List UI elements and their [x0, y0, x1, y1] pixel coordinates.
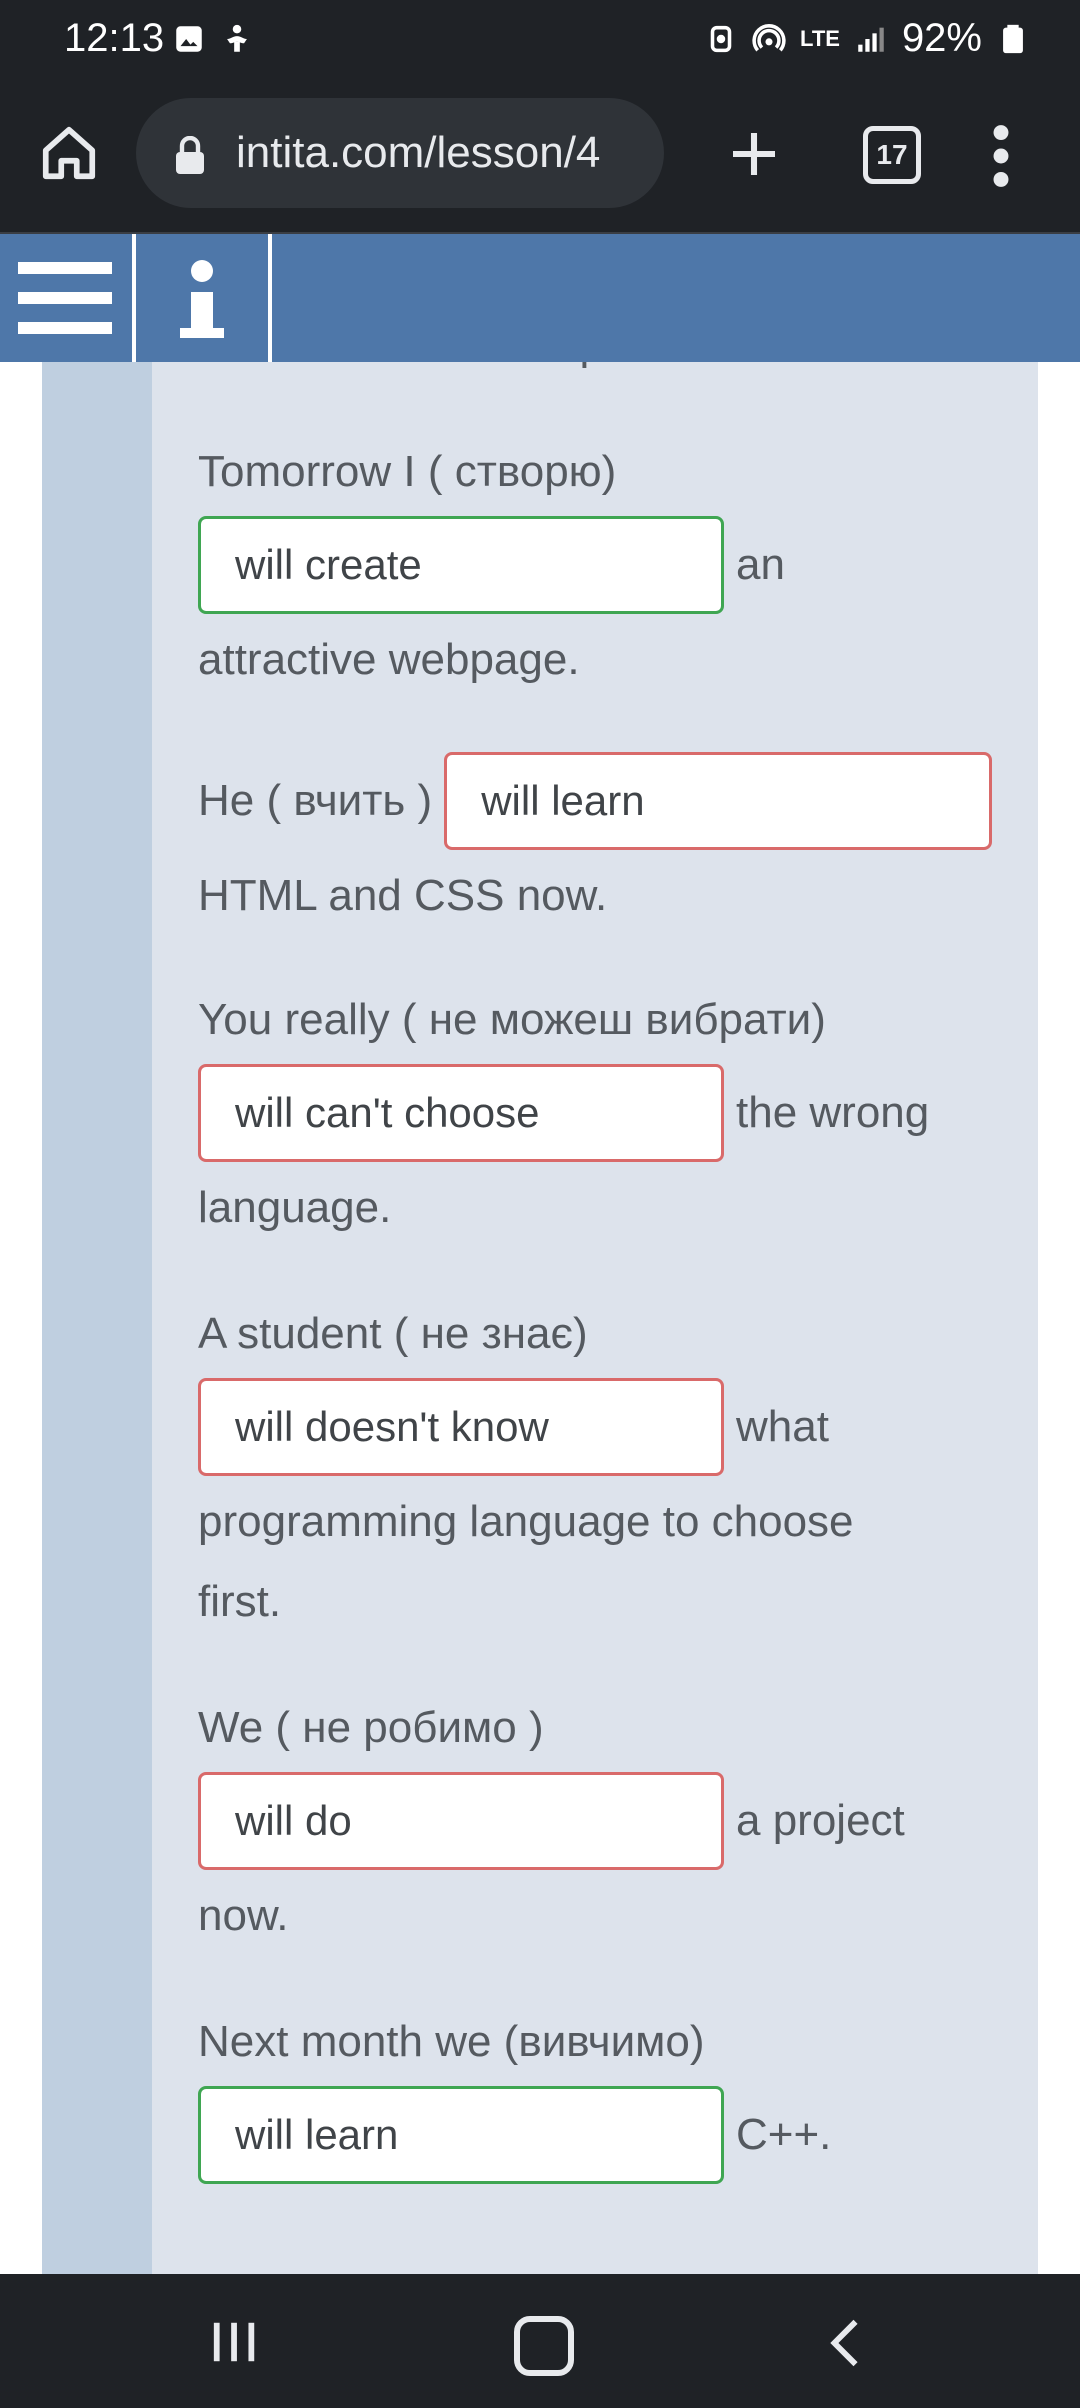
status-time: 12:13: [64, 16, 165, 60]
back-icon[interactable]: [826, 2318, 862, 2368]
exercise-prompt: Tomorrow I ( створю): [198, 447, 617, 496]
exercise-item: Tomorrow I ( створю) will create an attr…: [198, 442, 998, 700]
after-text: what: [736, 1402, 829, 1451]
after-text: an: [736, 540, 785, 589]
rest-text: attractive webpage.: [198, 635, 580, 684]
address-bar[interactable]: intita.com/lesson/4: [136, 98, 664, 208]
exercise-item: He ( вчить ) will learn HTML and CSS now…: [198, 746, 998, 936]
battery-percent: 92%: [901, 16, 982, 60]
browser-toolbar: intita.com/lesson/4 17: [0, 84, 1080, 234]
recent-apps-icon[interactable]: [210, 2320, 260, 2364]
home-icon[interactable]: [38, 122, 100, 184]
app-header: [0, 234, 1080, 362]
answer-field[interactable]: will learn: [198, 2086, 724, 2184]
after-text: a project: [736, 1796, 905, 1845]
rest-text: now.: [198, 1891, 289, 1940]
exercise-prompt: Next month we (вивчимо): [198, 2017, 705, 2066]
exercise-item: We ( не робимо ) will do a project now.: [198, 1698, 998, 1956]
lock-icon: [176, 136, 204, 174]
exercise-item: A student ( не знає) will doesn't know w…: [198, 1304, 998, 1642]
plus-icon[interactable]: [726, 126, 782, 182]
exercise-prompt: He ( вчить ): [198, 776, 433, 825]
gallery-icon: [176, 26, 202, 52]
tabs-button[interactable]: 17: [863, 126, 921, 184]
signal-icon: [858, 27, 884, 52]
accessibility-icon: [227, 24, 247, 52]
answer-field[interactable]: will learn: [444, 752, 993, 850]
side-strip: [42, 362, 152, 2274]
exercise-item: You really ( не можеш вибрати) will can'…: [198, 990, 998, 1248]
status-bar: 12:13 LTE 92%: [0, 0, 1080, 84]
url-text: intita.com/lesson/4: [236, 128, 601, 177]
more-vert-icon[interactable]: [984, 124, 1018, 188]
info-icon[interactable]: [136, 234, 272, 362]
exercise-prompt: We ( не робимо ): [198, 1703, 544, 1752]
cut-off-line: instructions for computers.: [198, 362, 714, 370]
hotspot-icon: [752, 23, 786, 51]
lesson-content: instructions for computers. Tomorrow I (…: [0, 362, 1080, 2274]
alarm-icon: [710, 25, 732, 52]
after-text: C++.: [736, 2110, 832, 2159]
exercise-item: Next month we (вивчимо) will learn C++.: [198, 2012, 998, 2190]
rest-text: programming language to choose first.: [198, 1497, 854, 1626]
hamburger-icon[interactable]: [0, 234, 136, 362]
answer-field[interactable]: will do: [198, 1772, 724, 1870]
exercise-prompt: A student ( не знає): [198, 1309, 588, 1358]
exercise-prompt: You really ( не можеш вибрати): [198, 995, 826, 1044]
rest-text: HTML and CSS now.: [198, 871, 608, 920]
battery-icon: [1003, 24, 1023, 53]
network-label: LTE: [800, 25, 840, 51]
answer-field[interactable]: will can't choose: [198, 1064, 724, 1162]
exercise-panel: instructions for computers. Tomorrow I (…: [152, 362, 1038, 2274]
answer-field[interactable]: will create: [198, 516, 724, 614]
home-nav-icon[interactable]: [514, 2316, 574, 2376]
after-text: the wrong: [736, 1088, 930, 1137]
answer-field[interactable]: will doesn't know: [198, 1378, 724, 1476]
system-nav-bar: [0, 2274, 1080, 2408]
rest-text: language.: [198, 1183, 392, 1232]
